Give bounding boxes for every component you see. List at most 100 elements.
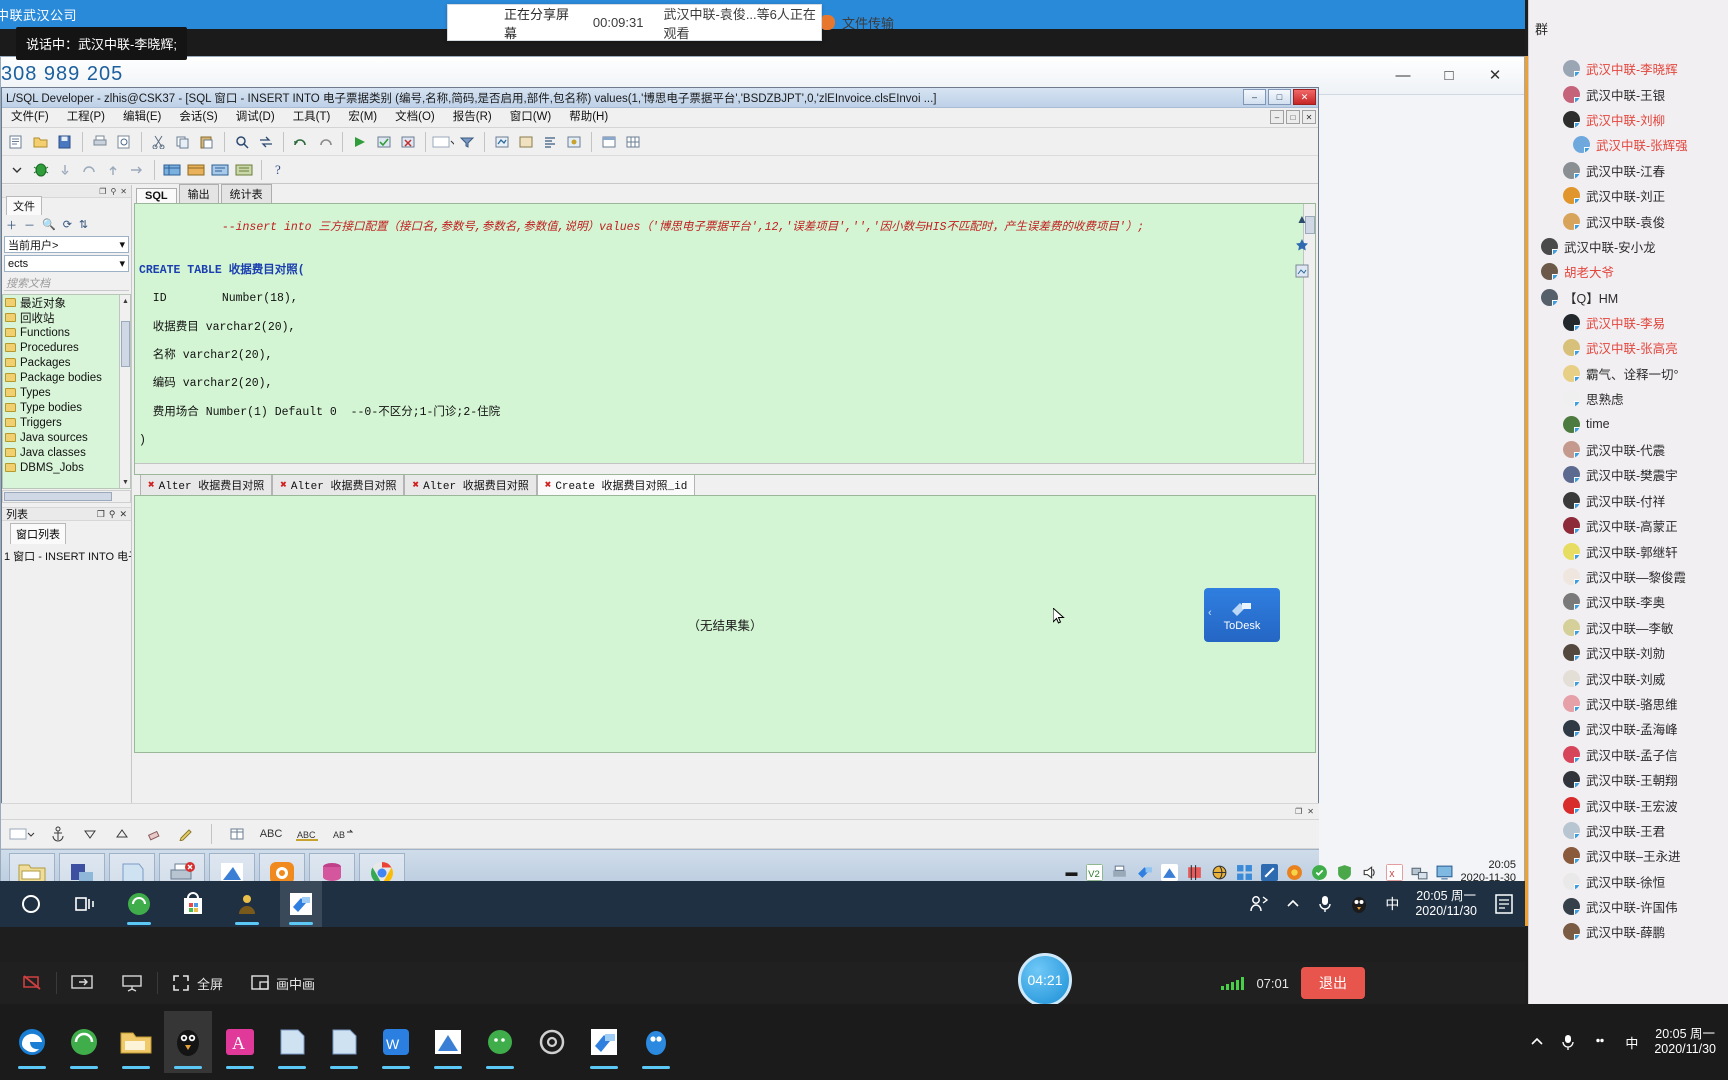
close-icon[interactable]: ✖ <box>412 478 419 492</box>
host-qq-tray-icon[interactable] <box>1591 1033 1609 1051</box>
tray-expand-icon[interactable]: ▬ <box>1066 865 1078 879</box>
participant-row[interactable]: 武汉中联—李敏 <box>1529 615 1728 640</box>
save-icon[interactable] <box>54 131 76 153</box>
result-tab-row[interactable]: ✖ Alter 收据费目对照 ✖ Alter 收据费目对照 ✖ Alter 收据费目对… <box>132 474 1318 495</box>
participants-list[interactable]: 武汉中联-李晓辉 武汉中联-王银 武汉中联-刘柳 武汉中联-张辉强 武汉中联-江春 武汉中… <box>1529 56 1728 945</box>
table-object-icon[interactable] <box>161 159 183 181</box>
microphone-icon[interactable] <box>1317 894 1333 914</box>
plsql-close-button[interactable]: ✕ <box>1293 89 1316 105</box>
host-app-settings[interactable] <box>528 1011 576 1073</box>
participant-row[interactable]: 武汉中联-王君 <box>1529 818 1728 843</box>
redo-icon[interactable] <box>314 131 336 153</box>
participant-row[interactable]: 武汉中联-袁俊 <box>1529 208 1728 233</box>
anchor-icon[interactable] <box>47 823 69 845</box>
menu-help[interactable]: 帮助(H) <box>560 108 617 127</box>
abc-icon[interactable]: ABC <box>258 823 284 845</box>
taskbar-taskview-button[interactable] <box>64 881 106 927</box>
help-icon[interactable]: ? <box>268 159 290 181</box>
pen-icon[interactable] <box>175 823 197 845</box>
participant-row[interactable]: 武汉中联-江春 <box>1529 158 1728 183</box>
host-app-wechat[interactable] <box>476 1011 524 1073</box>
ime-indicator[interactable]: 中 <box>1385 894 1399 914</box>
result-tab-1[interactable]: ✖ Alter 收据费目对照 <box>272 474 405 495</box>
host-ime-indicator[interactable]: 中 <box>1625 1033 1638 1052</box>
participant-row[interactable]: 武汉中联-付祥 <box>1529 488 1728 513</box>
tray-green-icon[interactable] <box>1311 864 1328 881</box>
menu-session[interactable]: 会话(S) <box>170 108 226 127</box>
people-icon[interactable] <box>1249 894 1269 914</box>
execute-icon[interactable] <box>349 131 371 153</box>
tree-item-java-classes[interactable]: Java classes <box>3 445 130 460</box>
mdi-minimize-button[interactable]: – <box>1270 110 1284 124</box>
close-icon[interactable]: ✖ <box>148 478 155 492</box>
lower-toolbar-strip[interactable]: ABC ABC AB <box>1 819 1319 849</box>
tray-excel-icon[interactable]: x <box>1385 863 1403 881</box>
participant-row[interactable]: 武汉中联-李易 <box>1529 310 1728 335</box>
tray-shortcut-icon[interactable] <box>1260 863 1278 881</box>
participant-row[interactable]: 武汉中联-孟子信 <box>1529 742 1728 767</box>
menu-debug[interactable]: 调试(D) <box>227 108 284 127</box>
taskbar-app-360browser[interactable] <box>118 881 160 927</box>
plsql-window-controls[interactable]: – □ ✕ <box>1243 89 1316 105</box>
search-objects-icon[interactable]: 🔍 <box>42 218 56 231</box>
participant-row[interactable]: 武汉中联-王朝翔 <box>1529 767 1728 792</box>
participant-row[interactable]: 【Q】HM <box>1529 285 1728 310</box>
gutter-bookmark-icon[interactable] <box>1292 235 1312 255</box>
host-app-wps[interactable]: W <box>372 1011 420 1073</box>
remote-close-button[interactable]: ✕ <box>1472 59 1518 91</box>
lower-dock-float-icon[interactable]: ❐ <box>1295 807 1302 816</box>
qq-penguin-icon[interactable] <box>1349 894 1369 914</box>
host-clock[interactable]: 20:05 周一 2020/11/30 <box>1654 1027 1716 1057</box>
participant-row[interactable]: 霸气、诠释一切° <box>1529 361 1728 386</box>
host-microphone-icon[interactable] <box>1561 1033 1575 1051</box>
tab-output[interactable]: 输出 <box>178 184 219 203</box>
tree-horizontal-scrollbar[interactable] <box>2 490 131 503</box>
host-app-notes-2[interactable] <box>320 1011 368 1073</box>
participant-row[interactable]: 武汉中联-徐恒 <box>1529 869 1728 894</box>
file-transfer-button[interactable]: 文件传输 <box>822 4 894 41</box>
sort-objects-icon[interactable]: ⇅ <box>79 218 88 231</box>
notification-center-icon[interactable] <box>1493 893 1515 915</box>
lower-dropdown-icon[interactable] <box>7 823 37 845</box>
step-out-icon[interactable] <box>102 159 124 181</box>
left-panel-filter-input[interactable]: 搜索文档 <box>4 275 129 291</box>
participant-row[interactable]: 武汉中联-刘柳 <box>1529 107 1728 132</box>
tab-sql[interactable]: SQL <box>136 188 177 203</box>
tray-network-icon[interactable] <box>1411 864 1428 881</box>
host-app-notes-1[interactable] <box>268 1011 316 1073</box>
editor-tabs[interactable]: SQL 输出 统计表 <box>132 184 1318 203</box>
plsql-maximize-button[interactable]: □ <box>1268 89 1291 105</box>
tree-item-types[interactable]: Types <box>3 385 130 400</box>
menu-window[interactable]: 窗口(W) <box>501 108 561 127</box>
run-to-cursor-icon[interactable] <box>126 159 148 181</box>
participant-row[interactable]: 武汉中联-张高亮 <box>1529 335 1728 360</box>
host-app-todesk[interactable] <box>580 1011 628 1073</box>
window-list-close-icon[interactable]: ✕ <box>119 509 127 520</box>
object-browser-tree[interactable]: 最近对象 回收站 Functions Procedures Packages P… <box>2 294 131 489</box>
host-app-access[interactable]: A <box>216 1011 264 1073</box>
lower-dock-header[interactable]: ❐ ✕ <box>1 803 1319 819</box>
participant-row[interactable]: 武汉中联–王永进 <box>1529 843 1728 868</box>
participant-row[interactable]: 武汉中联-刘勍 <box>1529 640 1728 665</box>
view-object-icon[interactable] <box>185 159 207 181</box>
tray-screen-icon[interactable] <box>1436 864 1453 881</box>
copy-icon[interactable] <box>172 131 194 153</box>
tree-vertical-scrollbar[interactable]: ▲ ▼ <box>119 295 130 488</box>
eraser-icon[interactable] <box>143 823 165 845</box>
editor-side-gutter[interactable]: ▲ <box>1288 203 1316 475</box>
taskbar-app-store[interactable] <box>172 881 214 927</box>
bug-icon[interactable] <box>30 159 52 181</box>
paste-icon[interactable] <box>196 131 218 153</box>
result-tab-2[interactable]: ✖ Alter 收据费目对照 <box>404 474 537 495</box>
host-app-360browser[interactable] <box>60 1011 108 1073</box>
find-icon[interactable] <box>231 131 253 153</box>
host-app-foxmail[interactable] <box>424 1011 472 1073</box>
tree-hscroll-thumb[interactable] <box>4 492 112 501</box>
tree-item-package-bodies[interactable]: Package bodies <box>3 370 130 385</box>
left-panel-close-icon[interactable]: ✕ <box>120 187 127 196</box>
plsql-minimize-button[interactable]: – <box>1243 89 1266 105</box>
plsql-main-toolbar[interactable] <box>2 128 1318 156</box>
todesk-floating-badge[interactable]: ‹ ToDesk <box>1204 588 1280 642</box>
explain-plan-icon[interactable] <box>491 131 513 153</box>
participant-row[interactable]: 思熟虑 <box>1529 386 1728 411</box>
